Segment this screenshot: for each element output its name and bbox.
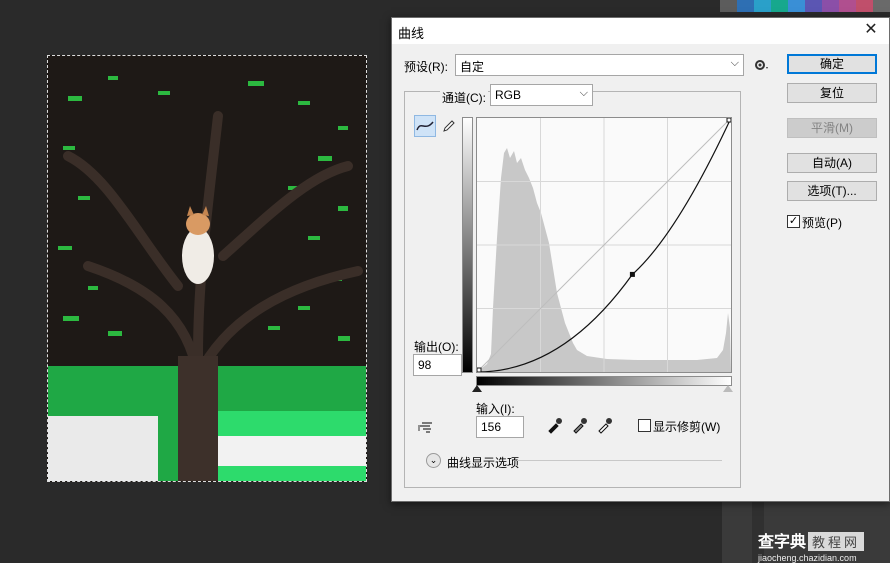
- preset-select[interactable]: 自定 ⌵: [455, 54, 744, 76]
- dialog-title: 曲线: [398, 26, 425, 41]
- gray-point-eyedropper-icon[interactable]: [571, 416, 589, 434]
- show-clipping-checkbox[interactable]: [638, 419, 651, 432]
- gear-icon[interactable]: [750, 54, 772, 76]
- output-field[interactable]: [413, 354, 462, 376]
- preset-label: 预设(R):: [404, 60, 448, 74]
- white-point-eyedropper-icon[interactable]: [596, 416, 614, 434]
- hand-adjust-icon[interactable]: [416, 416, 438, 438]
- channel-label: 通道(C):: [440, 89, 488, 106]
- input-field[interactable]: [476, 416, 524, 438]
- black-point-slider[interactable]: [472, 385, 482, 392]
- canvas-image[interactable]: [47, 55, 367, 482]
- ok-button[interactable]: 确定: [787, 54, 877, 74]
- reset-button[interactable]: 复位: [787, 83, 877, 103]
- preview-checkbox[interactable]: ✓: [787, 215, 800, 228]
- tree-cat-photo: [48, 56, 366, 481]
- curve-display-options-label[interactable]: 曲线显示选项: [447, 454, 519, 471]
- auto-button[interactable]: 自动(A): [787, 153, 877, 173]
- watermark-url: jiaocheng.chazidian.com: [758, 553, 857, 563]
- section-divider: [517, 460, 722, 461]
- curve-graph[interactable]: [476, 117, 732, 373]
- watermark-main: 查字典: [758, 534, 807, 551]
- curve-endpoint-start: [476, 367, 482, 373]
- watermark: 查字典 教程网 jiaocheng.chazidian.com: [758, 528, 865, 563]
- pencil-icon[interactable]: [438, 115, 460, 137]
- smooth-button[interactable]: 平滑(M): [787, 118, 877, 138]
- curve-endpoint-end: [726, 117, 732, 123]
- curve-control-point: [629, 271, 635, 277]
- channel-select[interactable]: RGB ⌵: [490, 84, 593, 106]
- expand-chevron-icon[interactable]: ⌄: [426, 453, 441, 468]
- curve-graph-svg: [476, 117, 732, 373]
- black-point-eyedropper-icon[interactable]: [546, 416, 564, 434]
- chevron-down-icon: ⌵: [730, 57, 739, 69]
- dialog-titlebar[interactable]: 曲线 ✕: [392, 18, 889, 44]
- preview-label: 预览(P): [802, 216, 842, 230]
- chevron-down-icon: ⌵: [579, 87, 588, 99]
- curve-edit-icon[interactable]: [414, 115, 436, 137]
- close-button[interactable]: ✕: [861, 20, 881, 40]
- input-gradient-bar: [476, 376, 732, 386]
- white-point-slider[interactable]: [723, 385, 733, 392]
- options-button[interactable]: 选项(T)...: [787, 181, 877, 201]
- channel-value: RGB: [495, 88, 522, 102]
- output-gradient-bar: [462, 117, 473, 373]
- watermark-box: 教程网: [808, 532, 865, 551]
- preset-value: 自定: [460, 60, 485, 74]
- curves-dialog: 曲线 ✕ 预设(R): 自定 ⌵ 确定 复位 平滑(M) 自动(A) 选项(T)…: [391, 17, 890, 502]
- input-label: 输入(I):: [476, 402, 515, 416]
- show-clipping-label: 显示修剪(W): [653, 420, 721, 434]
- output-label: 输出(O):: [414, 340, 459, 354]
- swatches-strip[interactable]: [720, 0, 890, 12]
